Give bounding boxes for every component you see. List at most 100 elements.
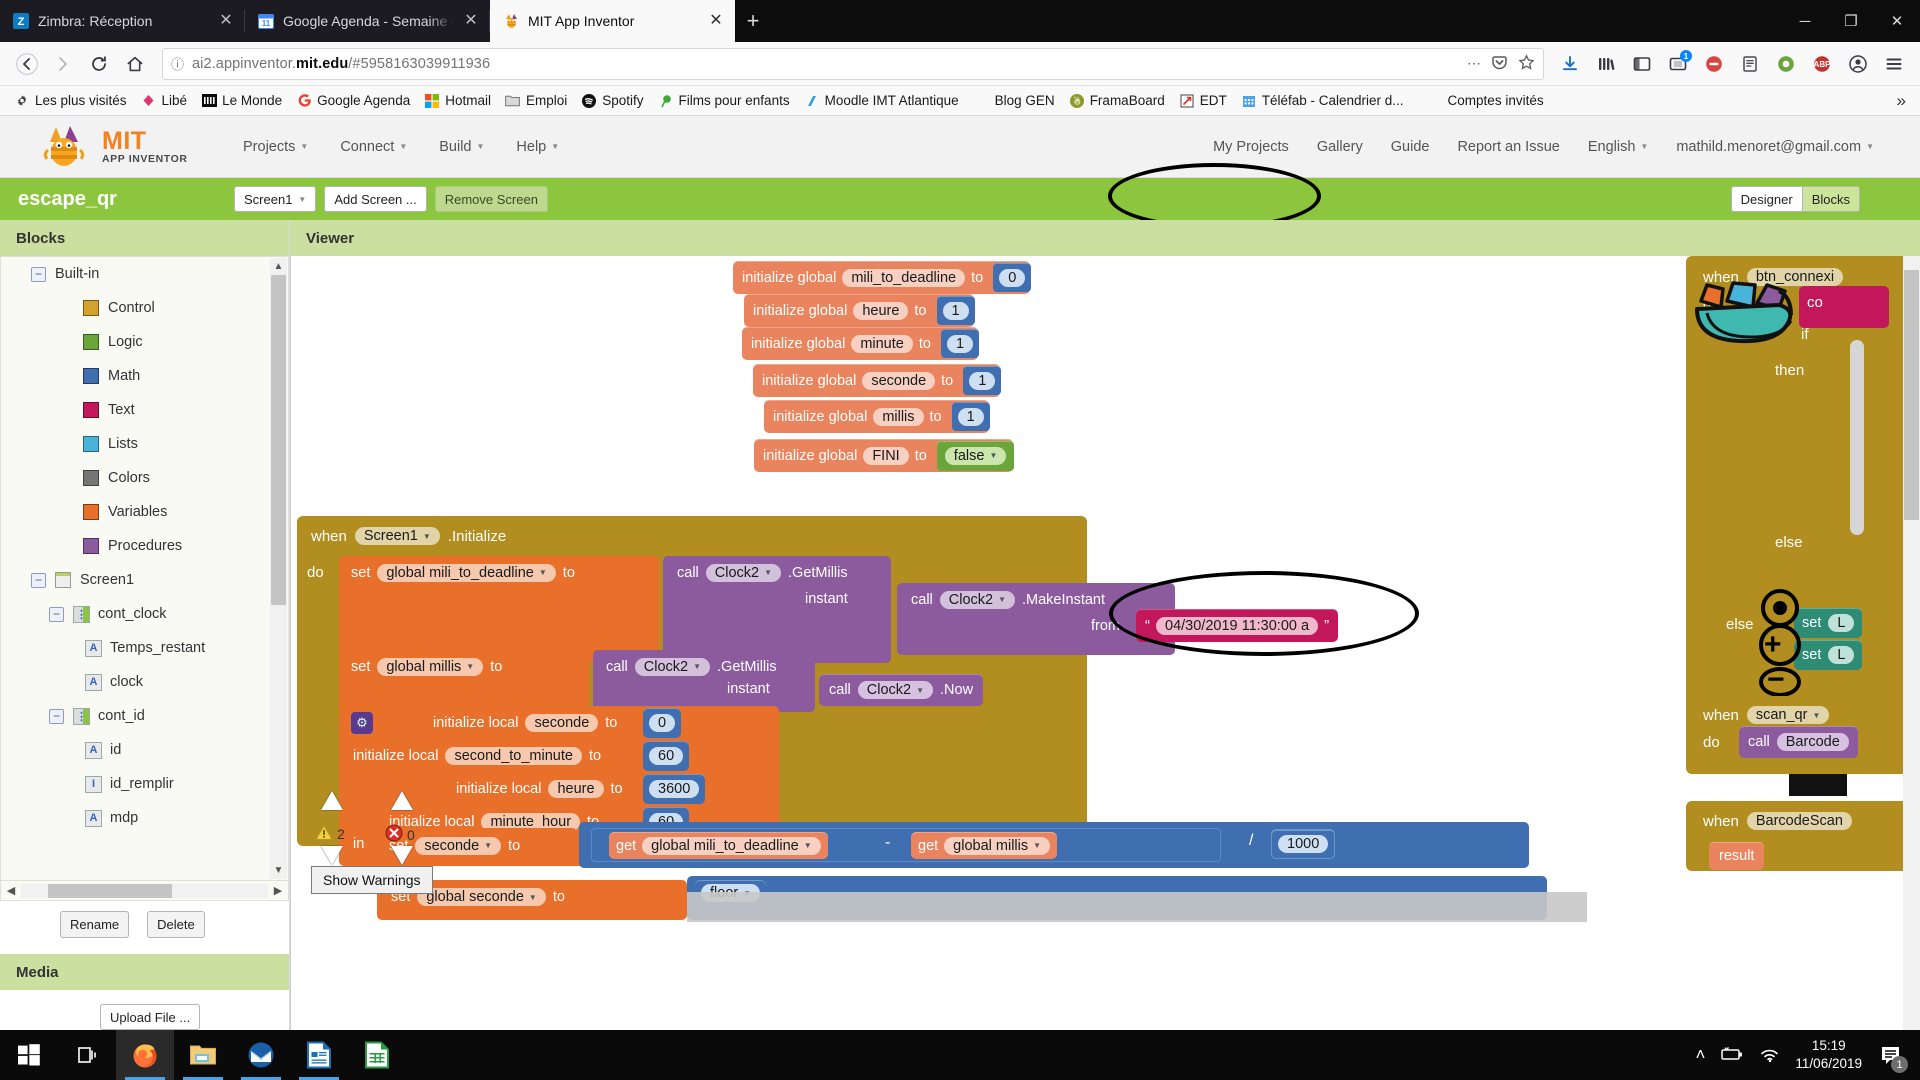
sidebar-icon[interactable] <box>1626 48 1658 80</box>
close-tab-icon[interactable]: ✕ <box>217 13 235 29</box>
link-gallery[interactable]: Gallery <box>1317 139 1363 155</box>
minimize-button[interactable]: ─ <box>1782 0 1828 42</box>
taskbar-clock[interactable]: 15:19 11/06/2019 <box>1795 1037 1862 1073</box>
block-field-name[interactable]: minute <box>851 334 913 353</box>
menu-item-projects[interactable]: Projects ▼ <box>243 139 308 155</box>
bookmark-item[interactable]: EDT <box>1173 90 1233 112</box>
sidebar-item-logic[interactable]: Logic <box>1 325 288 359</box>
site-info-icon[interactable]: ⓘ <box>171 54 184 73</box>
block-field-variable[interactable]: L <box>1828 646 1855 664</box>
link-report-an-issue[interactable]: Report an Issue <box>1457 139 1559 155</box>
sidebar-item-id-remplir[interactable]: I id_remplir <box>1 767 288 801</box>
maximize-button[interactable]: ❐ <box>1828 0 1874 42</box>
block-initialize-local-second-to-minute[interactable]: initialize local second_to_minute to <box>353 741 601 771</box>
browser-tab-0[interactable]: Z Zimbra: Réception ✕ <box>0 0 245 42</box>
sidebar-item-id[interactable]: A id <box>1 733 288 767</box>
block-logic-false[interactable]: false ▼ <box>936 440 1015 471</box>
account-menu[interactable]: mathild.menoret@gmail.com ▼ <box>1676 139 1874 155</box>
close-window-button[interactable]: ✕ <box>1874 0 1920 42</box>
adblock-icon[interactable] <box>1698 48 1730 80</box>
block-header-when-screen1[interactable]: when Screen1 ▼ .Initialize <box>297 516 1087 556</box>
show-warnings-button[interactable]: Show Warnings <box>311 866 433 894</box>
firefox-button[interactable] <box>116 1030 174 1080</box>
bookmark-item[interactable]: Libé <box>135 90 194 112</box>
block-field-number[interactable]: 1 <box>946 334 974 353</box>
block-set-label-1[interactable]: set L <box>1794 608 1863 638</box>
bookmark-item[interactable]: Les plus visités <box>8 90 133 112</box>
add-screen-button[interactable]: Add Screen ... <box>324 186 427 212</box>
back-button[interactable] <box>10 47 44 81</box>
block-initialize-global-millis[interactable]: initialize global millis to 1 <box>764 400 990 433</box>
address-bar[interactable]: ⓘ ai2.appinventor.mit.edu/#5958163039911… <box>162 47 1544 80</box>
error-down-triangle-icon[interactable] <box>391 846 413 865</box>
block-number[interactable]: 1 <box>951 402 990 431</box>
bookmarks-overflow-button[interactable]: » <box>1891 88 1912 114</box>
block-field-number[interactable]: 60 <box>649 747 684 765</box>
block-field-number[interactable]: 3600 <box>649 780 700 798</box>
language-selector[interactable]: English ▼ <box>1588 139 1648 155</box>
bookmark-item[interactable]: Hotmail <box>418 90 497 112</box>
wifi-icon[interactable] <box>1759 1045 1781 1066</box>
reader-icon[interactable] <box>1734 48 1766 80</box>
abp-icon[interactable]: ABP <box>1806 48 1838 80</box>
block-initialize-local-heure[interactable]: initialize local heure to <box>456 774 623 804</box>
sidebar-item-cont-id[interactable]: − ⋮ cont_id <box>1 699 288 733</box>
sidebar-item-text[interactable]: Text <box>1 393 288 427</box>
notification-center-button[interactable]: 1 <box>1876 1038 1908 1073</box>
block-initialize-local-seconde[interactable]: initialize local seconde to <box>433 708 617 738</box>
block-field-component[interactable]: BarcodeScan <box>1746 812 1852 830</box>
block-initialize-global-minute[interactable]: initialize global minute to 1 <box>742 327 980 360</box>
block-call-row[interactable]: call Clock2 ▼ .MakeInstant <box>911 583 1105 616</box>
warning-down-triangle-icon[interactable] <box>321 846 343 865</box>
block-get-global-mili-to-deadline[interactable]: get global mili_to_deadline ▼ <box>609 832 828 859</box>
block-field-local-name[interactable]: heure <box>548 780 604 798</box>
collapse-toggle-icon[interactable]: − <box>49 606 64 622</box>
tray-expand-chevron-icon[interactable]: ˄ <box>1695 1045 1705 1065</box>
block-field-number[interactable]: 0 <box>649 714 676 732</box>
block-call-barcode-scanner[interactable]: call Barcode <box>1739 726 1858 758</box>
palette-horizontal-scrollbar[interactable]: ◀ ▶ <box>0 881 289 901</box>
block-field-name[interactable]: millis <box>873 407 924 426</box>
block-number-0[interactable]: 0 <box>643 708 682 738</box>
block-field-variable[interactable]: L <box>1828 614 1855 632</box>
library-icon[interactable] <box>1590 48 1622 80</box>
block-field-variable[interactable]: global seconde ▼ <box>417 888 546 906</box>
block-text-string[interactable]: “ 04/30/2019 11:30:00 a ” <box>1136 609 1339 642</box>
block-number-3600[interactable]: 3600 <box>643 774 706 804</box>
block-call-clock2-now[interactable]: call Clock2 ▼ .Now <box>819 674 984 706</box>
mutator-gear-icon[interactable]: ⚙ <box>351 712 373 734</box>
home-button[interactable] <box>118 47 152 81</box>
sidebar-item-procedures[interactable]: Procedures <box>1 529 288 563</box>
writer-button[interactable] <box>290 1030 348 1080</box>
close-tab-icon[interactable]: ✕ <box>707 13 725 29</box>
bookmark-item[interactable]: Comptes invités <box>1442 90 1550 111</box>
bookmark-item[interactable]: Blog GEN <box>989 90 1061 111</box>
block-param-result[interactable]: result <box>1709 842 1765 870</box>
designer-button[interactable]: Designer <box>1730 186 1803 212</box>
sidebar-item-variables[interactable]: Variables <box>1 495 288 529</box>
block-field-local-name[interactable]: seconde <box>525 714 599 732</box>
link-guide[interactable]: Guide <box>1391 139 1430 155</box>
collapse-toggle-icon[interactable]: − <box>31 572 46 588</box>
collapse-toggle-icon[interactable]: − <box>31 266 46 282</box>
block-field-local-name[interactable]: second_to_minute <box>445 747 582 765</box>
block-field-component[interactable]: scan_qr ▼ <box>1746 706 1830 724</box>
tree-node-screen1[interactable]: − Screen1 <box>1 563 288 597</box>
page-actions-icon[interactable]: ⋯ <box>1467 55 1481 72</box>
block-set-row[interactable]: set global millis ▼ to <box>351 650 502 683</box>
reload-button[interactable] <box>82 47 116 81</box>
block-field-name[interactable]: heure <box>853 301 909 320</box>
blocks-button[interactable]: Blocks <box>1802 186 1860 212</box>
new-tab-button[interactable]: + <box>735 0 771 42</box>
sidebar-item-mdp[interactable]: A mdp <box>1 801 288 835</box>
battery-icon[interactable] <box>1719 1045 1745 1066</box>
block-number[interactable]: 1 <box>936 296 975 325</box>
block-field-component[interactable]: Clock2 ▼ <box>634 657 711 676</box>
collapse-toggle-icon[interactable]: − <box>49 708 64 724</box>
block-set-label-2[interactable]: set L <box>1794 640 1863 670</box>
menu-item-help[interactable]: Help ▼ <box>516 139 559 155</box>
block-field-text[interactable]: 04/30/2019 11:30:00 a <box>1156 616 1319 635</box>
close-tab-icon[interactable]: ✕ <box>462 13 480 29</box>
block-field-component[interactable]: Clock2 ▼ <box>939 590 1016 609</box>
sidebar-item-colors[interactable]: Colors <box>1 461 288 495</box>
